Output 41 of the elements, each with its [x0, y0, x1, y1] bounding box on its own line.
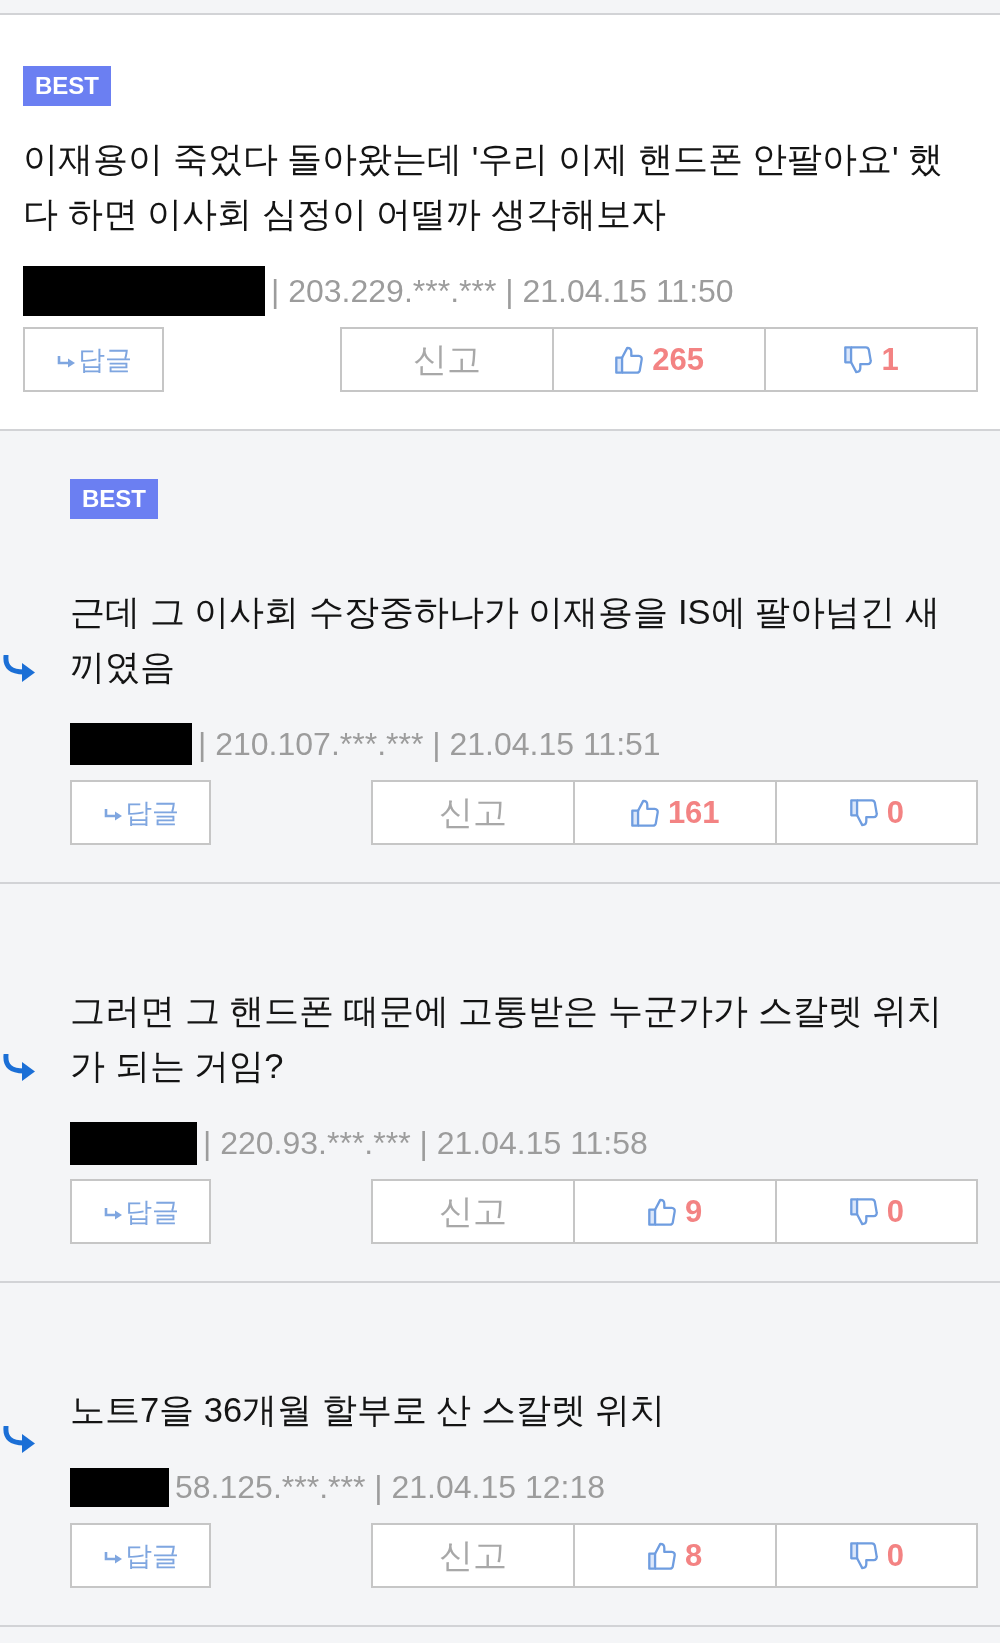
like-button[interactable]: 265: [554, 327, 767, 392]
comment-text: 이재용이 죽었다 돌아왔는데 '우리 이제 핸드폰 안팔아요' 했다 하면 이사회 심정이 어떨까 생각해보자: [23, 139, 945, 235]
comment-meta: | 210.107.***.*** | 21.04.15 11:51: [198, 725, 661, 763]
like-button[interactable]: 8: [575, 1523, 777, 1588]
reply-button[interactable]: 답글: [23, 327, 164, 392]
comment-text: 그러면 그 핸드폰 때문에 고통받은 누군가가 스칼렛 위치가 되는 거임?: [70, 991, 944, 1087]
thumbs-down-icon: [848, 1196, 879, 1227]
comment-text: 노트7을 36개월 할부로 산 스칼렛 위치: [70, 1390, 667, 1431]
comment-text: 근데 그 이사회 수장중하나가 이재용을 IS에 팔아넘긴 새끼였음: [70, 592, 941, 688]
report-button[interactable]: 신고: [371, 1523, 575, 1588]
comment-meta: | 203.229.***.*** | 21.04.15 11:50: [271, 272, 734, 310]
report-button[interactable]: 신고: [371, 1179, 575, 1244]
report-button[interactable]: 신고: [371, 780, 575, 845]
reply-button[interactable]: 답글: [70, 1523, 211, 1588]
dislike-button[interactable]: 1: [766, 327, 978, 392]
thumbs-up-icon: [614, 344, 645, 375]
thumbs-down-icon: [843, 344, 874, 375]
best-badge: BEST: [70, 479, 158, 519]
reply-arrow-icon: [2, 1054, 36, 1082]
reply-button[interactable]: 답글: [70, 1179, 211, 1244]
comment-meta: | 220.93.***.*** | 21.04.15 11:58: [203, 1124, 648, 1162]
dislike-button[interactable]: 0: [776, 1523, 978, 1588]
corner-arrow-icon: [102, 1550, 123, 1565]
like-button[interactable]: 161: [575, 780, 777, 845]
reply-arrow-icon: [2, 1425, 36, 1454]
corner-arrow-icon: [102, 1206, 123, 1221]
thumbs-up-icon: [647, 1196, 678, 1227]
like-button[interactable]: 9: [575, 1179, 777, 1244]
report-button[interactable]: 신고: [340, 327, 555, 392]
reply-button[interactable]: 답글: [70, 780, 211, 845]
corner-arrow-icon: [102, 807, 123, 822]
thumbs-up-icon: [647, 1540, 678, 1571]
comment-meta: 58.125.***.*** | 21.04.15 12:18: [175, 1468, 605, 1506]
thumbs-down-icon: [848, 1540, 879, 1571]
reply-arrow-icon: [2, 655, 36, 683]
thumbs-up-icon: [629, 797, 660, 828]
dislike-button[interactable]: 0: [776, 780, 978, 845]
corner-arrow-icon: [55, 354, 76, 369]
best-badge: BEST: [23, 66, 111, 106]
thumbs-down-icon: [848, 797, 879, 828]
dislike-button[interactable]: 0: [776, 1179, 978, 1244]
